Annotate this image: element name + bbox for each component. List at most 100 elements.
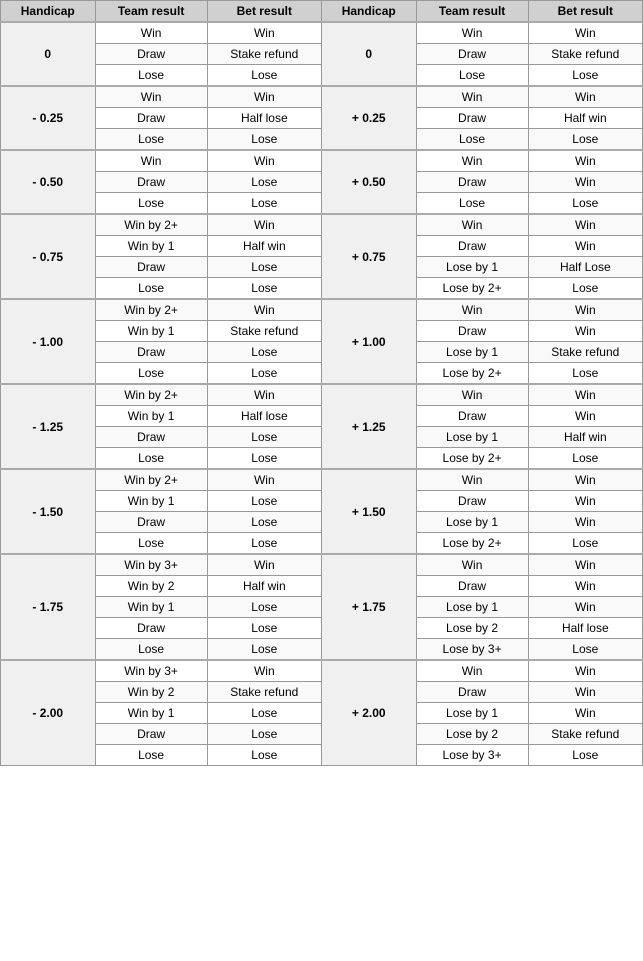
left-team-result: Lose [95, 533, 207, 555]
right-bet-result: Half Lose [528, 257, 642, 278]
right-bet-result: Lose [528, 129, 642, 151]
right-handicap-cell: + 0.75 [321, 214, 416, 299]
left-team-result: Win by 1 [95, 491, 207, 512]
right-handicap-cell: 0 [321, 22, 416, 86]
right-team-result: Win [416, 214, 528, 236]
right-team-result: Draw [416, 321, 528, 342]
left-team-result: Win by 1 [95, 703, 207, 724]
left-bet-result: Lose [207, 597, 321, 618]
left-handicap-cell: - 0.50 [1, 150, 96, 214]
right-bet-result: Lose [528, 193, 642, 215]
left-team-result: Lose [95, 65, 207, 87]
right-bet-result: Stake refund [528, 342, 642, 363]
right-bet-result: Lose [528, 278, 642, 300]
left-bet-result: Lose [207, 363, 321, 385]
table-row: - 1.00Win by 2+Win+ 1.00WinWin [1, 299, 643, 321]
header-team-result-left: Team result [95, 1, 207, 23]
left-bet-result: Lose [207, 342, 321, 363]
left-bet-result: Win [207, 660, 321, 682]
left-team-result: Win by 1 [95, 597, 207, 618]
left-team-result: Lose [95, 448, 207, 470]
left-team-result: Win by 2+ [95, 299, 207, 321]
left-bet-result: Lose [207, 533, 321, 555]
left-team-result: Win by 2 [95, 576, 207, 597]
left-handicap-cell: - 1.75 [1, 554, 96, 660]
right-bet-result: Win [528, 682, 642, 703]
left-team-result: Win by 2+ [95, 214, 207, 236]
left-team-result: Win by 1 [95, 236, 207, 257]
right-team-result: Win [416, 660, 528, 682]
table-row: - 0.50WinWin+ 0.50WinWin [1, 150, 643, 172]
left-team-result: Lose [95, 129, 207, 151]
right-team-result: Win [416, 384, 528, 406]
right-bet-result: Win [528, 150, 642, 172]
left-handicap-cell: - 1.50 [1, 469, 96, 554]
right-bet-result: Win [528, 491, 642, 512]
right-team-result: Lose by 1 [416, 257, 528, 278]
right-bet-result: Lose [528, 639, 642, 661]
left-team-result: Win by 1 [95, 321, 207, 342]
left-team-result: Draw [95, 342, 207, 363]
right-bet-result: Lose [528, 745, 642, 766]
right-team-result: Draw [416, 491, 528, 512]
left-team-result: Lose [95, 193, 207, 215]
left-handicap-cell: - 1.25 [1, 384, 96, 469]
right-bet-result: Win [528, 172, 642, 193]
left-handicap-cell: - 2.00 [1, 660, 96, 766]
left-bet-result: Lose [207, 618, 321, 639]
left-bet-result: Lose [207, 65, 321, 87]
right-team-result: Lose by 2+ [416, 533, 528, 555]
right-handicap-cell: + 1.25 [321, 384, 416, 469]
left-bet-result: Win [207, 384, 321, 406]
right-team-result: Win [416, 22, 528, 44]
left-bet-result: Lose [207, 512, 321, 533]
right-team-result: Lose by 3+ [416, 745, 528, 766]
right-bet-result: Win [528, 384, 642, 406]
table-row: - 0.25WinWin+ 0.25WinWin [1, 86, 643, 108]
main-container: Handicap Team result Bet result Handicap… [0, 0, 643, 766]
right-team-result: Lose [416, 65, 528, 87]
right-team-result: Draw [416, 682, 528, 703]
left-bet-result: Win [207, 22, 321, 44]
left-bet-result: Half win [207, 236, 321, 257]
header-bet-result-right: Bet result [528, 1, 642, 23]
left-team-result: Win by 2 [95, 682, 207, 703]
right-bet-result: Win [528, 554, 642, 576]
right-handicap-cell: + 1.50 [321, 469, 416, 554]
table-row: - 2.00Win by 3+Win+ 2.00WinWin [1, 660, 643, 682]
table-row: 0WinWin0WinWin [1, 22, 643, 44]
right-team-result: Lose by 2+ [416, 448, 528, 470]
left-team-result: Draw [95, 172, 207, 193]
header-handicap-left: Handicap [1, 1, 96, 23]
right-bet-result: Half win [528, 427, 642, 448]
right-handicap-cell: + 1.75 [321, 554, 416, 660]
right-bet-result: Win [528, 660, 642, 682]
right-team-result: Lose by 1 [416, 597, 528, 618]
table-row: - 1.50Win by 2+Win+ 1.50WinWin [1, 469, 643, 491]
table-row: - 1.75Win by 3+Win+ 1.75WinWin [1, 554, 643, 576]
right-team-result: Draw [416, 108, 528, 129]
table-row: - 0.75Win by 2+Win+ 0.75WinWin [1, 214, 643, 236]
left-bet-result: Stake refund [207, 44, 321, 65]
left-bet-result: Win [207, 214, 321, 236]
left-team-result: Win [95, 150, 207, 172]
left-team-result: Win by 1 [95, 406, 207, 427]
left-bet-result: Lose [207, 257, 321, 278]
right-team-result: Lose by 2+ [416, 363, 528, 385]
right-team-result: Lose by 2 [416, 724, 528, 745]
left-bet-result: Lose [207, 745, 321, 766]
left-bet-result: Win [207, 150, 321, 172]
left-team-result: Lose [95, 745, 207, 766]
left-bet-result: Win [207, 469, 321, 491]
header-team-result-right: Team result [416, 1, 528, 23]
header-bet-result-left: Bet result [207, 1, 321, 23]
header-row: Handicap Team result Bet result Handicap… [1, 1, 643, 23]
table-row: - 1.25Win by 2+Win+ 1.25WinWin [1, 384, 643, 406]
right-team-result: Win [416, 299, 528, 321]
right-team-result: Win [416, 554, 528, 576]
left-team-result: Win by 3+ [95, 660, 207, 682]
right-team-result: Draw [416, 236, 528, 257]
right-team-result: Lose by 1 [416, 512, 528, 533]
right-handicap-cell: + 2.00 [321, 660, 416, 766]
left-handicap-cell: - 0.25 [1, 86, 96, 150]
